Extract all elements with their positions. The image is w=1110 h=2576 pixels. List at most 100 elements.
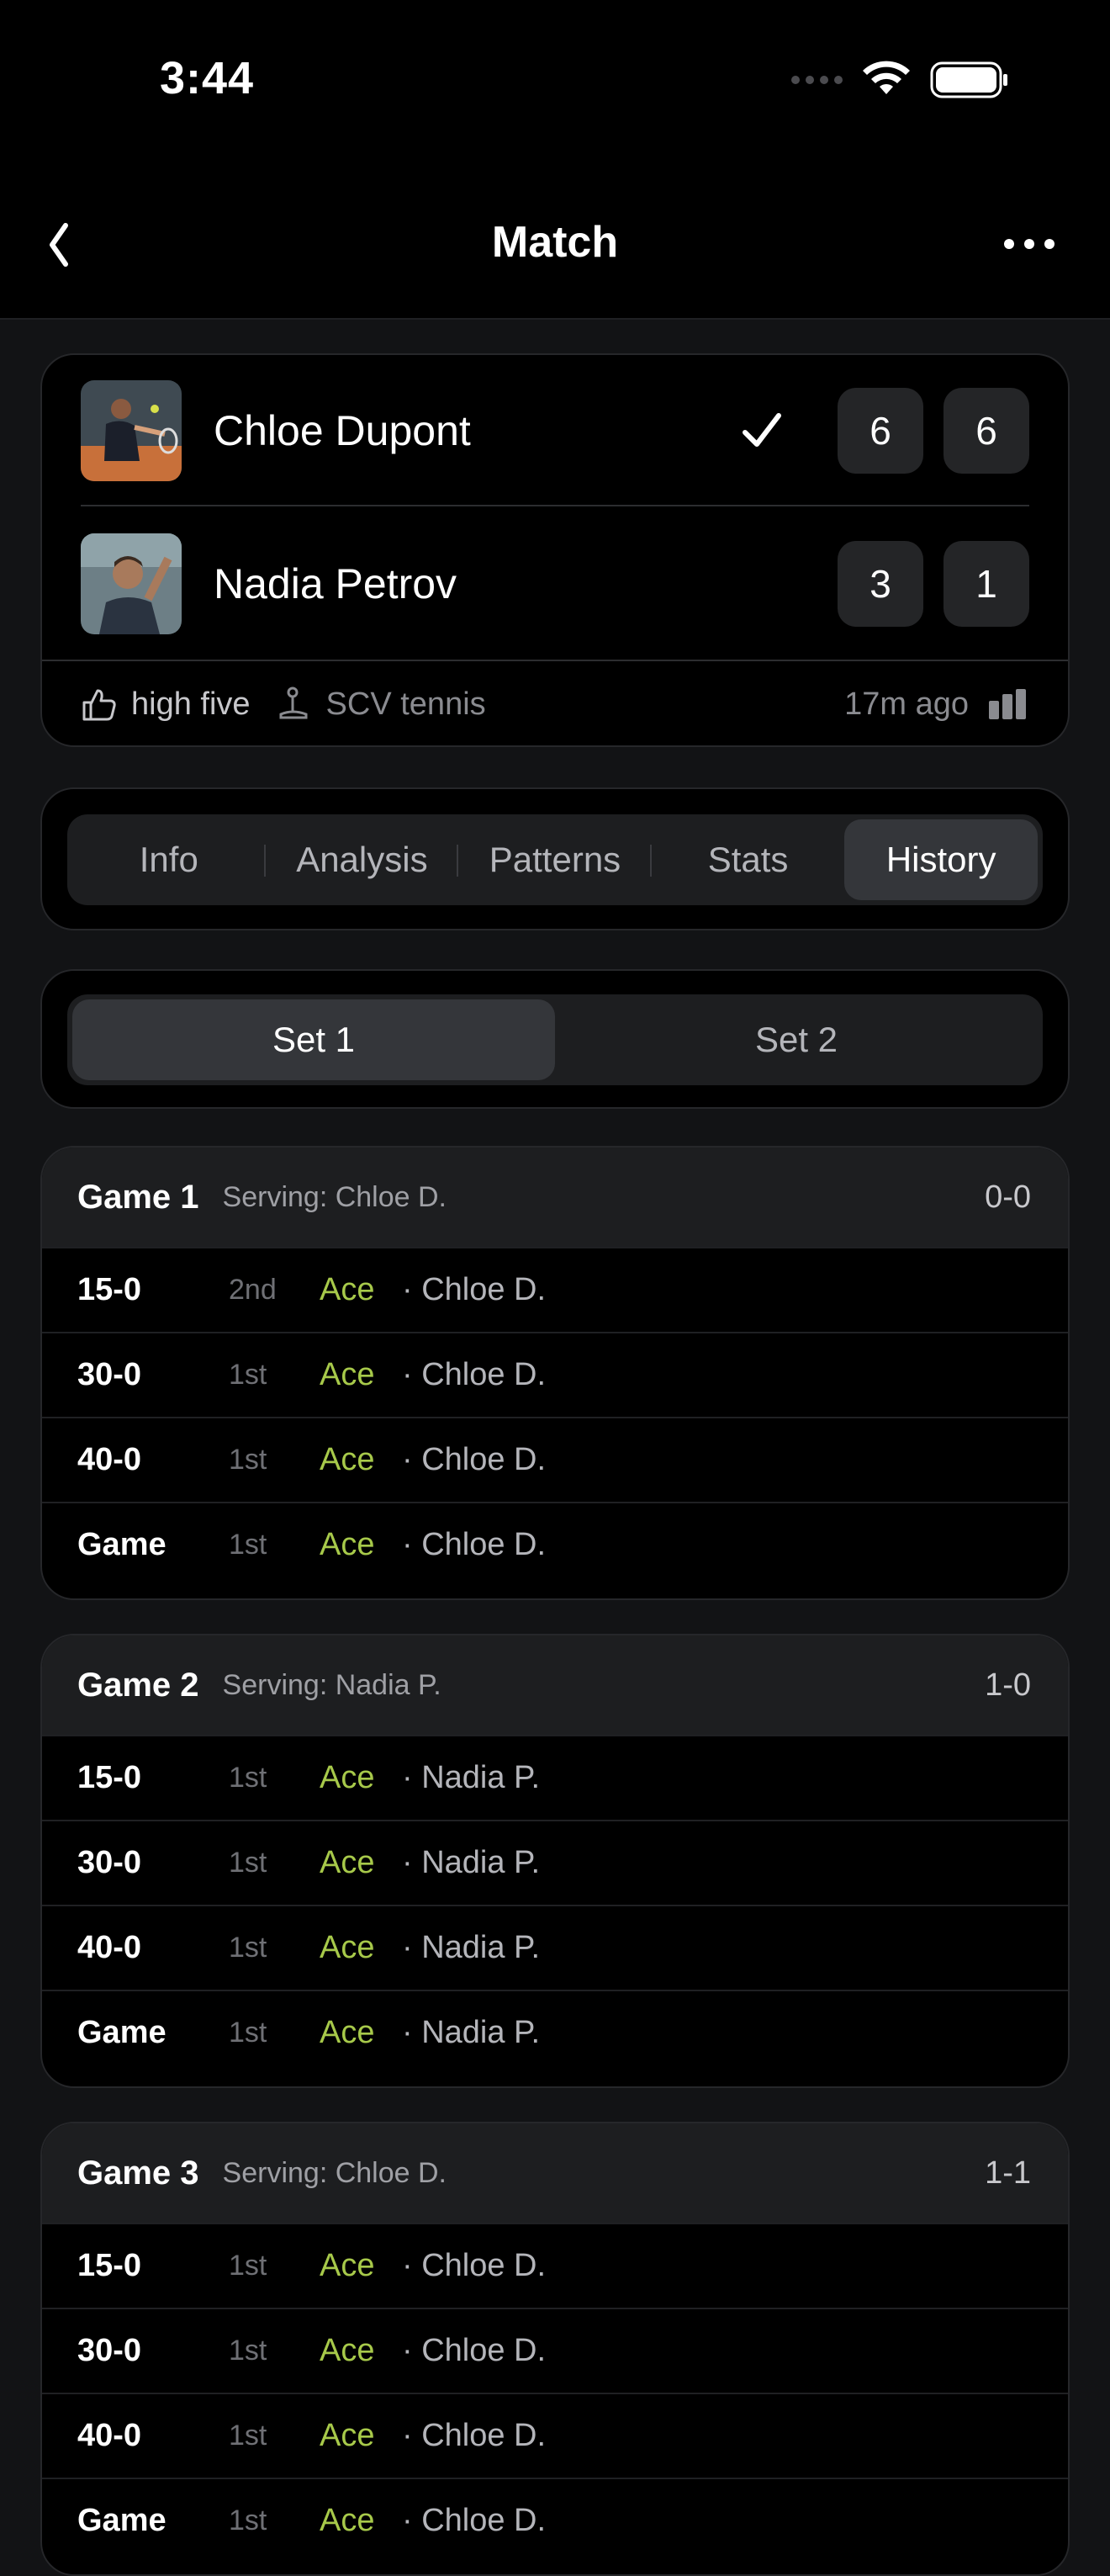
- checkmark-icon: [743, 413, 781, 447]
- point-score: 30-0: [77, 2333, 142, 2368]
- serve-number: 1st: [229, 2017, 267, 2049]
- serve-number: 1st: [229, 2335, 267, 2367]
- serve-number: 1st: [229, 2504, 267, 2536]
- point-row: 40-0 1st Ace · Nadia P.: [42, 1905, 1068, 1990]
- avatar: [81, 533, 182, 634]
- set-score: 1: [944, 541, 1029, 627]
- point-score: 15-0: [77, 2248, 142, 2283]
- point-type: Ace: [320, 1357, 375, 1392]
- status-time: 3:44: [160, 53, 255, 103]
- tab-stats[interactable]: Stats: [652, 819, 845, 900]
- set-score: 3: [838, 541, 923, 627]
- point-score: 40-0: [77, 2418, 142, 2453]
- point-type: Ace: [320, 2503, 375, 2538]
- game-header: Game 2 Serving: Nadia P. 1-0: [42, 1635, 1068, 1735]
- match-score-card: Chloe Dupont 6 6 Nadia Petrov 3 1 high f…: [40, 353, 1070, 747]
- tab-bar: Info Analysis Patterns Stats History: [67, 814, 1043, 905]
- point-row: 30-0 1st Ace · Chloe D.: [42, 1332, 1068, 1417]
- game-title: Game 3: [77, 2154, 199, 2192]
- point-type: Ace: [320, 2333, 375, 2368]
- point-score: Game: [77, 2503, 166, 2538]
- point-type: Ace: [320, 1845, 375, 1880]
- set-selector: Set 1 Set 2: [67, 994, 1043, 1085]
- tab-info[interactable]: Info: [72, 819, 266, 900]
- point-score: 15-0: [77, 1760, 142, 1795]
- game-card: Game 3 Serving: Chloe D. 1-1 15-0 1st Ac…: [40, 2122, 1070, 2576]
- point-player: · Chloe D.: [402, 1527, 547, 1562]
- point-player: · Nadia P.: [402, 1930, 541, 1965]
- serve-number: 1st: [229, 1932, 267, 1964]
- high-five-label[interactable]: high five: [131, 686, 251, 723]
- serve-number: 1st: [229, 2250, 267, 2282]
- point-row: 15-0 1st Ace · Nadia P.: [42, 1735, 1068, 1820]
- status-icons: [791, 61, 1009, 99]
- point-type: Ace: [320, 1930, 375, 1965]
- tab-patterns[interactable]: Patterns: [458, 819, 652, 900]
- point-row: Game 1st Ace · Chloe D.: [42, 1502, 1068, 1587]
- point-player: · Nadia P.: [402, 1845, 541, 1880]
- game-card: Game 2 Serving: Nadia P. 1-0 15-0 1st Ac…: [40, 1634, 1070, 2088]
- point-player: · Chloe D.: [402, 1442, 547, 1477]
- joystick-icon: [279, 686, 308, 719]
- game-title: Game 1: [77, 1178, 199, 1216]
- point-score: Game: [77, 2015, 166, 2050]
- point-row: 30-0 1st Ace · Nadia P.: [42, 1820, 1068, 1905]
- game-score: 1-1: [985, 2155, 1031, 2191]
- thumbs-up-icon[interactable]: [81, 686, 118, 723]
- game-score: 1-0: [985, 1667, 1031, 1703]
- set-score: 6: [838, 388, 923, 474]
- page-title: Match: [491, 218, 619, 267]
- signal-bars-icon: [989, 689, 1026, 719]
- avatar: [81, 380, 182, 481]
- serve-number: 1st: [229, 1762, 267, 1794]
- point-row: 15-0 1st Ace · Chloe D.: [42, 2223, 1068, 2308]
- point-score: 40-0: [77, 1442, 142, 1477]
- serving-label: Serving: Chloe D.: [222, 1180, 447, 1213]
- player-row: Nadia Petrov 3 1: [81, 533, 1029, 634]
- point-player: · Chloe D.: [402, 2418, 547, 2453]
- point-score: 15-0: [77, 1272, 142, 1307]
- point-row: Game 1st Ace · Chloe D.: [42, 2478, 1068, 2563]
- set-score: 6: [944, 388, 1029, 474]
- game-score: 0-0: [985, 1179, 1031, 1215]
- time-ago: 17m ago: [844, 686, 969, 722]
- tab-history[interactable]: History: [844, 819, 1038, 900]
- player-name: Chloe Dupont: [214, 407, 471, 454]
- wifi-icon: [863, 61, 910, 94]
- navigation-bar: Match: [0, 177, 1110, 320]
- player-name: Nadia Petrov: [214, 560, 457, 607]
- tab-analysis[interactable]: Analysis: [266, 819, 459, 900]
- point-score: 30-0: [77, 1357, 142, 1392]
- tab-set-2[interactable]: Set 2: [555, 999, 1038, 1080]
- tabs-card: Info Analysis Patterns Stats History: [40, 787, 1070, 930]
- match-meta: high five SCV tennis 17m ago: [81, 661, 1028, 747]
- point-row: 40-0 1st Ace · Chloe D.: [42, 1417, 1068, 1502]
- player-row: Chloe Dupont 6 6: [81, 380, 1029, 481]
- point-row: 15-0 2nd Ace · Chloe D.: [42, 1247, 1068, 1332]
- point-type: Ace: [320, 1442, 375, 1477]
- serve-number: 1st: [229, 2420, 267, 2451]
- point-player: · Chloe D.: [402, 1272, 547, 1307]
- point-score: 30-0: [77, 1845, 142, 1880]
- point-player: · Chloe D.: [402, 1357, 547, 1392]
- point-type: Ace: [320, 2248, 375, 2283]
- sets-card: Set 1 Set 2: [40, 969, 1070, 1109]
- serve-number: 2nd: [229, 1274, 277, 1306]
- serve-number: 1st: [229, 1444, 267, 1476]
- battery-icon: [930, 61, 1007, 98]
- serving-label: Serving: Nadia P.: [222, 1668, 441, 1701]
- serving-label: Serving: Chloe D.: [222, 2156, 447, 2189]
- cellular-signal-icon: [791, 76, 843, 84]
- serve-number: 1st: [229, 1529, 267, 1561]
- point-type: Ace: [320, 1760, 375, 1795]
- point-score: Game: [77, 1527, 166, 1562]
- tab-set-1[interactable]: Set 1: [72, 999, 555, 1080]
- game-header: Game 1 Serving: Chloe D. 0-0: [42, 1148, 1068, 1247]
- more-icon[interactable]: [996, 219, 1063, 269]
- meta-left: high five SCV tennis: [81, 686, 844, 723]
- point-player: · Nadia P.: [402, 1760, 541, 1795]
- point-player: · Chloe D.: [402, 2333, 547, 2368]
- club-name: SCV tennis: [325, 686, 486, 722]
- point-row: 40-0 1st Ace · Chloe D.: [42, 2393, 1068, 2478]
- point-type: Ace: [320, 1527, 375, 1562]
